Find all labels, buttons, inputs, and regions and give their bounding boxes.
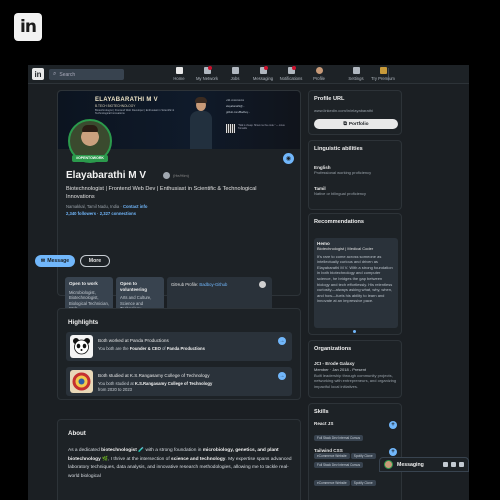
search-input[interactable]: ⌕ Search (49, 69, 124, 80)
contact-info-link[interactable]: Contact info (123, 204, 147, 209)
about-section: About As a dedicated biotechnologist 🧪 w… (57, 419, 301, 500)
compose-icon[interactable] (451, 462, 456, 467)
banner-subtitle: B.TECH BIOTECHNOLOGY (95, 104, 136, 108)
banner-contact: +91 xxxxxxxxxx elayabarathi@... github.c… (226, 99, 251, 114)
language-item: English Professional working proficiency (314, 165, 372, 175)
about-text: As a dedicated biotechnologist 🧪 with a … (68, 448, 292, 479)
message-button[interactable]: ✉ Message (35, 255, 75, 267)
section-title: Highlights (68, 319, 99, 326)
grid-icon (352, 67, 360, 74)
recommendations-card: Recommendations Hemo Biotechnologist | M… (308, 213, 402, 335)
recommendation-item[interactable]: Hemo Biotechnologist | Medical Coder It'… (314, 238, 398, 328)
linkedin-logo: in (14, 13, 42, 41)
more-button[interactable]: More (80, 255, 110, 267)
nav-my-network[interactable]: My Network (192, 66, 222, 83)
notification-dot (264, 66, 268, 70)
recommendation-text: It's rare to come across someone as inte… (317, 253, 393, 304)
nav-settings[interactable]: Settings (341, 66, 371, 83)
premium-icon (379, 67, 387, 74)
lock-icon: ✉ (40, 258, 46, 264)
nav-premium[interactable]: Try Premium (368, 66, 398, 83)
briefcase-icon (231, 67, 239, 74)
banner-tagline: Biotechnologist | Frontend Web Developer… (95, 109, 175, 116)
messaging-bar[interactable]: Messaging (379, 457, 469, 472)
section-title: Organizations (314, 346, 352, 352)
nav-messaging[interactable]: Messaging (248, 66, 278, 83)
camera-icon[interactable]: ◉ (283, 153, 294, 164)
organizations-card: Organizations JCI - Erode Galaxy Member … (308, 340, 402, 398)
banner-portrait (188, 97, 214, 149)
section-title: About (68, 430, 86, 437)
notification-dot (208, 66, 212, 70)
github-handle-link[interactable]: Badboy-Github (199, 282, 227, 287)
languages-card: Linguistic abilities English Professiona… (308, 140, 402, 210)
profile-headline: Biotechnologist | Frontend Web Dev | Ent… (66, 186, 257, 200)
top-navbar: in ⌕ Search Home My Network Jobs Messagi… (28, 65, 469, 84)
profile-url[interactable]: www.linkedin.com/in/elayabarathi (314, 108, 373, 113)
avatar (384, 460, 393, 469)
nav-profile[interactable]: Profile (304, 66, 334, 83)
nav-jobs[interactable]: Jobs (220, 66, 250, 83)
connections-link[interactable]: 2,340 followers · 2,327 connections (66, 211, 136, 216)
section-title: Recommendations (314, 219, 365, 225)
add-skill-icon[interactable]: + (389, 448, 397, 456)
nav-home[interactable]: Home (164, 66, 194, 83)
arrow-right-icon[interactable]: → (278, 337, 286, 345)
home-icon (175, 67, 183, 74)
panda-icon (70, 335, 93, 358)
banner-quote: "Talk is cheap. Show me the code." — Lin… (238, 124, 285, 130)
highlights-section: Highlights Both worked at Panda Producti… (57, 308, 301, 400)
verified-icon[interactable] (163, 172, 170, 179)
profile-url-card: Profile URL www.linkedin.com/in/elayabar… (308, 90, 402, 135)
avatar (315, 67, 323, 74)
skill-item: Tailwind CSS Full Stack Dev Internal Cur… (314, 448, 389, 489)
add-skill-icon[interactable]: + (389, 421, 397, 429)
qr-code-icon (226, 124, 235, 133)
profile-name: Elayabarathi M V (66, 170, 147, 181)
chevron-up-icon[interactable] (459, 462, 464, 467)
github-icon (259, 281, 266, 288)
portfolio-button[interactable]: ⧉ Portfolio (314, 119, 398, 129)
more-icon[interactable] (443, 462, 448, 467)
section-title: Skills (314, 409, 329, 415)
section-title: Profile URL (314, 96, 345, 102)
skills-card: Skills React JS Full Stack Dev Internal … (308, 403, 402, 500)
profile-location: Namakkal, Tamil Nadu, India · Contact in… (66, 204, 148, 209)
external-link-icon: ⧉ (343, 122, 347, 127)
nav-linkedin-logo[interactable]: in (32, 68, 44, 80)
highlight-item[interactable]: Both studied at K.S.Rangasamy College of… (66, 367, 292, 396)
notification-dot (292, 66, 296, 70)
organization-name: JCI - Erode Galaxy (314, 361, 355, 366)
pronoun: (He/Him) (173, 173, 189, 178)
arrow-right-icon[interactable]: → (278, 372, 286, 380)
language-item: Tamil Native or bilingual proficiency (314, 186, 367, 196)
highlight-item[interactable]: Both worked at Panda Productions You bot… (66, 332, 292, 361)
college-crest-icon (70, 370, 93, 393)
carousel-dot[interactable] (353, 330, 356, 333)
section-title: Linguistic abilities (314, 146, 363, 152)
banner-title: ELAYABARATHI M V (95, 97, 158, 103)
open-to-work-badge: #OPENTOWORK (72, 155, 108, 162)
search-icon: ⌕ (53, 71, 57, 77)
linkedin-window: in ⌕ Search Home My Network Jobs Messagi… (28, 65, 469, 500)
nav-notifications[interactable]: Notifications (276, 66, 306, 83)
